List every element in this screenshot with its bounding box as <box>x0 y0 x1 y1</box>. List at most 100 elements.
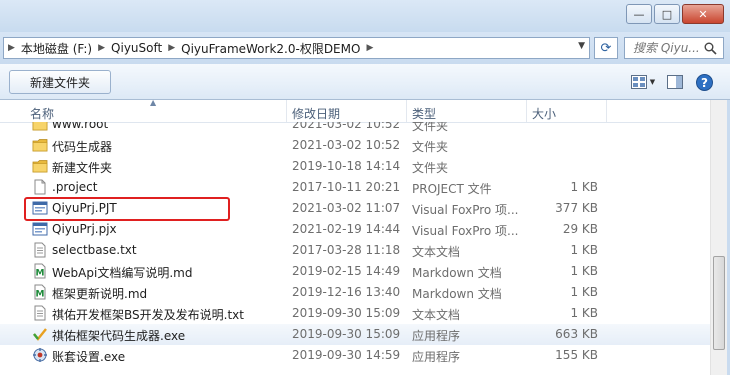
file-size: 663 KB <box>555 327 598 341</box>
file-size: 29 KB <box>562 222 598 236</box>
file-date: 2019-09-30 14:59 <box>292 348 401 362</box>
chevron-right-icon[interactable]: ▶ <box>92 43 111 53</box>
column-divider[interactable] <box>526 100 527 122</box>
file-size: 1 KB <box>570 285 598 299</box>
refresh-button[interactable]: ⟳ <box>594 37 618 59</box>
file-name: 祺佑开发框架BS开发及发布说明.txt <box>52 308 244 322</box>
folder-icon <box>32 122 48 132</box>
file-date: 2019-02-15 14:49 <box>292 264 401 278</box>
file-row[interactable]: M WebApi文档编写说明.md 2019-02-15 14:49 Markdown… <box>0 261 710 282</box>
help-button[interactable]: ? <box>694 72 714 92</box>
file-date: 2019-09-30 15:09 <box>292 306 401 320</box>
view-options-button[interactable]: ▼ <box>628 72 658 92</box>
file-row[interactable]: 新建文件夹 2019-10-18 14:14 文件夹 <box>0 156 710 177</box>
file-icon <box>32 179 48 195</box>
foxpro-icon <box>32 200 48 216</box>
file-name: WebApi文档编写说明.md <box>52 266 193 280</box>
file-row[interactable]: QiyuPrj.pjx 2021-02-19 14:44 Visual FoxPro… <box>0 219 710 240</box>
file-row[interactable]: selectbase.txt 2017-03-28 11:18 文本文档 1 KB <box>0 240 710 261</box>
column-header-type[interactable]: 类型 <box>412 105 436 122</box>
chevron-down-icon: ▼ <box>649 78 656 86</box>
file-type: Markdown 文档 <box>412 287 502 301</box>
breadcrumb-item-qiyusoft[interactable]: QiyuSoft <box>111 41 162 55</box>
file-type: 文本文档 <box>412 308 461 322</box>
file-date: 2021-03-02 10:52 <box>292 122 401 131</box>
file-type: PROJECT 文件 <box>412 182 492 196</box>
vertical-scrollbar[interactable] <box>710 100 728 375</box>
file-size: 1 KB <box>570 243 598 257</box>
breadcrumb-item-current[interactable]: QiyuFrameWork2.0-权限DEMO <box>181 40 360 57</box>
file-name: QiyuPrj.pjx <box>52 222 117 236</box>
column-divider[interactable] <box>406 100 407 122</box>
file-type: Visual FoxPro 项... <box>412 224 519 238</box>
file-row[interactable]: 祺佑开发框架BS开发及发布说明.txt 2019-09-30 15:09 文本文档 1… <box>0 303 710 324</box>
file-size: 1 KB <box>570 306 598 320</box>
file-size: 1 KB <box>570 264 598 278</box>
file-date: 2019-10-18 14:14 <box>292 159 401 173</box>
svg-text:?: ? <box>701 76 708 90</box>
file-row[interactable]: 代码生成器 2021-03-02 10:52 文件夹 <box>0 135 710 156</box>
close-button[interactable]: ✕ <box>682 4 724 24</box>
file-date: 2017-10-11 20:21 <box>292 180 401 194</box>
file-date: 2021-03-02 10:52 <box>292 138 401 152</box>
help-icon: ? <box>695 73 713 91</box>
folder-icon <box>32 158 48 174</box>
file-row[interactable]: 祺佑框架代码生成器.exe 2019-09-30 15:09 应用程序 663 KB <box>0 324 710 345</box>
app-icon <box>32 326 48 342</box>
file-row[interactable]: QiyuPrj.PJT 2021-03-02 11:07 Visual FoxPro… <box>0 198 710 219</box>
file-row[interactable]: www.root 2021-03-02 10:52 文件夹 <box>0 122 710 135</box>
chevron-right-icon[interactable]: ▶ <box>360 43 379 53</box>
column-header-date[interactable]: 修改日期 <box>292 105 340 122</box>
column-header-name[interactable]: 名称 <box>30 105 54 122</box>
column-header-row: ▲ 名称 修改日期 类型 大小 <box>0 98 710 123</box>
file-name: 账套设置.exe <box>52 350 126 364</box>
toolbar: 新建文件夹 ▼ ? <box>0 64 730 100</box>
column-header-size[interactable]: 大小 <box>532 105 556 122</box>
chevron-right-icon[interactable]: ▶ <box>4 43 21 53</box>
file-row[interactable]: M 框架更新说明.md 2019-12-16 13:40 Markdown 文档 1 K… <box>0 282 710 303</box>
file-name: .project <box>52 180 98 194</box>
search-box[interactable] <box>624 37 724 59</box>
maximize-button[interactable]: □ <box>654 4 680 24</box>
search-icon[interactable] <box>704 42 717 55</box>
file-size: 155 KB <box>555 348 598 362</box>
minimize-button[interactable]: — <box>626 4 652 24</box>
breadcrumb-item-drive[interactable]: 本地磁盘 (F:) <box>21 40 92 57</box>
file-date: 2021-03-02 11:07 <box>292 201 401 215</box>
file-row[interactable]: .project 2017-10-11 20:21 PROJECT 文件 1 KB <box>0 177 710 198</box>
title-bar: — □ ✕ <box>0 0 730 32</box>
search-input[interactable] <box>633 41 699 55</box>
file-size: 1 KB <box>570 180 598 194</box>
file-type: 文件夹 <box>412 140 449 154</box>
column-divider[interactable] <box>286 100 287 122</box>
settings-app-icon <box>32 347 48 363</box>
file-list: www.root 2021-03-02 10:52 文件夹 代码生成器 2021-03-… <box>0 122 710 375</box>
file-row[interactable]: 账套设置.exe 2019-09-30 14:59 应用程序 155 KB <box>0 345 710 366</box>
file-name: 祺佑框架代码生成器.exe <box>52 329 186 343</box>
file-name: www.root <box>52 122 109 131</box>
svg-text:M: M <box>36 269 45 279</box>
file-date: 2019-09-30 15:09 <box>292 327 401 341</box>
file-date: 2017-03-28 11:18 <box>292 243 401 257</box>
file-name: selectbase.txt <box>52 243 137 257</box>
file-type: 文件夹 <box>412 122 449 133</box>
markdown-icon: M <box>32 284 48 300</box>
foxpro-icon <box>32 221 48 237</box>
file-date: 2019-12-16 13:40 <box>292 285 401 299</box>
file-date: 2021-02-19 14:44 <box>292 222 401 236</box>
text-file-icon <box>32 305 48 321</box>
file-size: 377 KB <box>555 201 598 215</box>
preview-pane-icon <box>667 75 683 89</box>
dropdown-arrow-icon[interactable]: ▼ <box>578 41 585 51</box>
breadcrumb[interactable]: ▶ 本地磁盘 (F:) ▶ QiyuSoft ▶ QiyuFrameWork2.… <box>3 37 590 59</box>
new-folder-button[interactable]: 新建文件夹 <box>9 70 111 94</box>
file-type: 文本文档 <box>412 245 461 259</box>
file-name: 代码生成器 <box>52 140 113 154</box>
column-divider[interactable] <box>606 100 607 122</box>
file-name: 新建文件夹 <box>52 161 113 175</box>
file-name: 框架更新说明.md <box>52 287 148 301</box>
folder-icon <box>32 137 48 153</box>
scrollbar-thumb[interactable] <box>713 256 725 350</box>
chevron-right-icon[interactable]: ▶ <box>162 43 181 53</box>
preview-pane-button[interactable] <box>664 72 686 92</box>
